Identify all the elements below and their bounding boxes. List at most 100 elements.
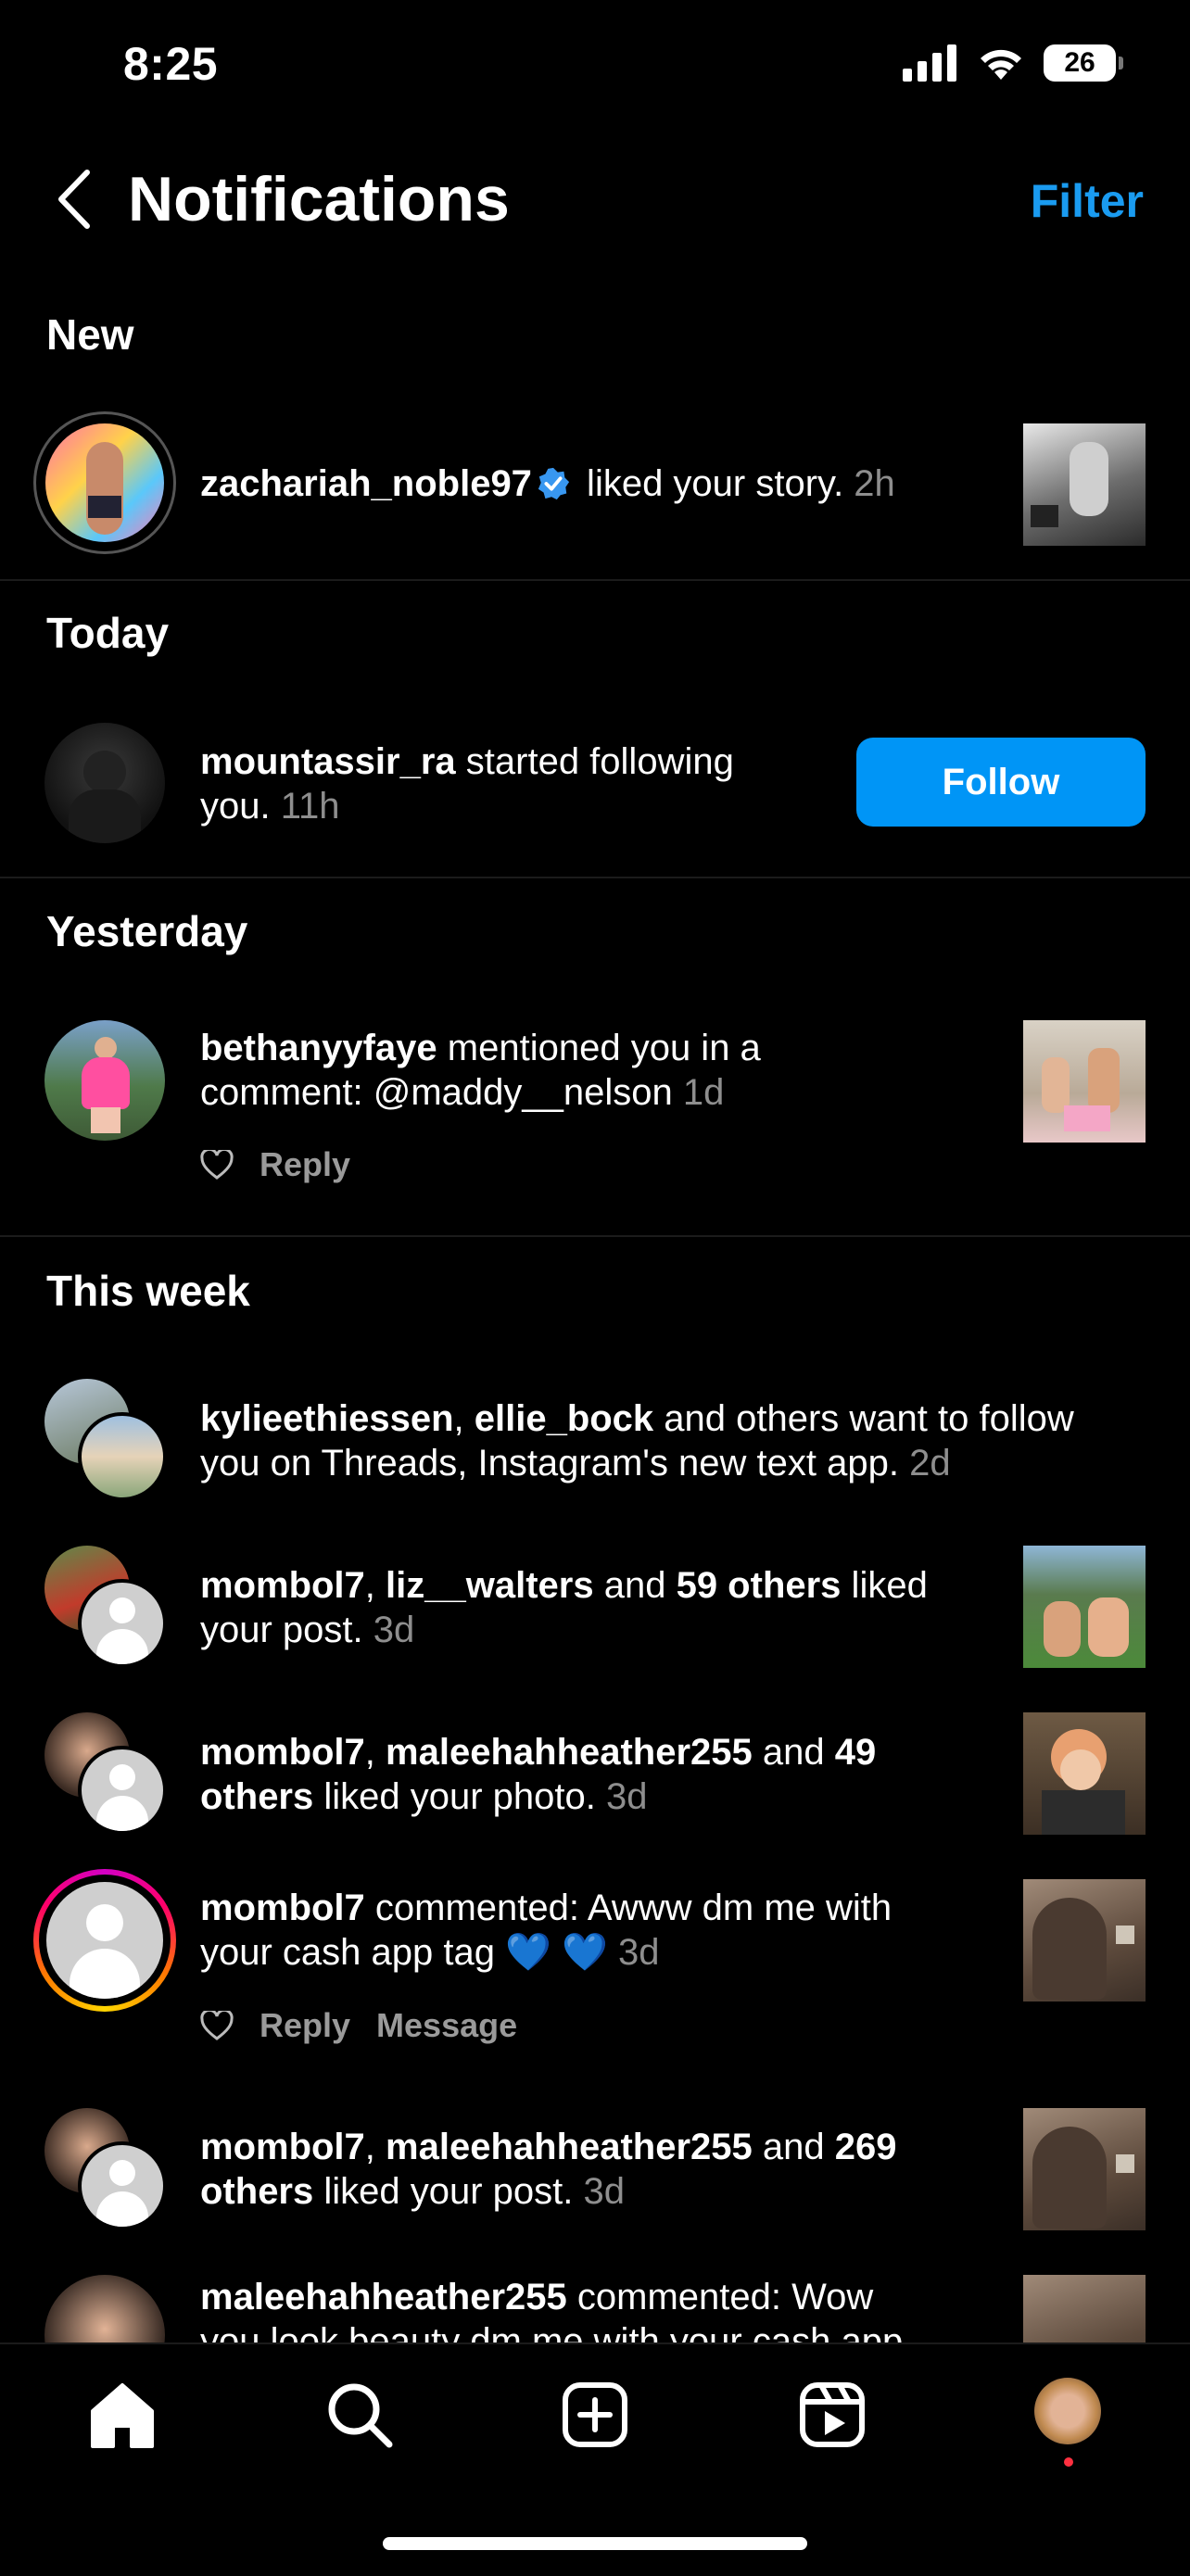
section-this-week: This week <box>46 1267 250 1315</box>
home-indicator <box>383 2537 807 2550</box>
username[interactable]: maleehahheather255 <box>386 2127 753 2167</box>
notification-text: your post. <box>200 1610 373 1650</box>
separator: , <box>364 1565 386 1606</box>
others-count[interactable]: 269 <box>835 2127 897 2167</box>
post-thumbnail[interactable] <box>1023 423 1146 546</box>
username[interactable]: zachariah_noble97 <box>200 463 532 504</box>
notification-text: commented: Wow <box>566 2277 874 2317</box>
home-icon[interactable] <box>85 2378 159 2452</box>
back-icon[interactable] <box>52 167 98 232</box>
notification-text: liked <box>841 1565 928 1606</box>
default-avatar-icon <box>78 1746 167 1835</box>
notification-mention[interactable]: bethanyyfaye mentioned you in a comment:… <box>200 1026 761 1115</box>
default-avatar-icon <box>78 2141 167 2230</box>
avatar[interactable] <box>44 1020 165 1141</box>
timestamp: 1d <box>682 1072 725 1113</box>
notification-text: your cash app tag <box>200 1932 506 1973</box>
create-icon[interactable] <box>558 2378 632 2452</box>
notification-text: liked your story. <box>576 463 855 504</box>
section-new: New <box>46 310 134 359</box>
notification-photo-likes[interactable]: mombol7, maleehahheather255 and 49 other… <box>200 1730 876 1819</box>
filter-button[interactable]: Filter <box>1031 174 1144 228</box>
heart-icon[interactable] <box>200 2011 234 2040</box>
notification-text: mentioned you in a <box>437 1028 761 1068</box>
avatar <box>78 1412 167 1501</box>
message-button[interactable]: Message <box>376 2006 517 2045</box>
avatar[interactable] <box>44 723 165 843</box>
notification-post-likes[interactable]: mombol7, liz__walters and 59 others like… <box>200 1563 928 1652</box>
section-today: Today <box>46 609 170 657</box>
notification-comment[interactable]: mombol7 commented: Awww dm me with your … <box>200 1886 892 1975</box>
timestamp: 3d <box>583 2171 626 2212</box>
reply-button[interactable]: Reply <box>260 1145 350 1184</box>
divider <box>0 1235 1190 1237</box>
default-avatar-icon <box>78 1579 167 1668</box>
wifi-icon <box>981 49 1021 80</box>
notification-post-likes[interactable]: mombol7, maleehahheather255 and 269 othe… <box>200 2125 897 2214</box>
verified-badge-icon <box>538 467 570 500</box>
others-link[interactable]: others <box>200 1776 313 1817</box>
username[interactable]: liz__walters <box>386 1565 594 1606</box>
timestamp: 3d <box>373 1610 415 1650</box>
username[interactable]: maleehahheather255 <box>386 1732 753 1773</box>
default-avatar-icon <box>46 1882 163 1999</box>
post-thumbnail[interactable] <box>1023 1879 1146 2001</box>
search-icon[interactable] <box>323 2378 397 2452</box>
username[interactable]: mombol7 <box>200 1732 365 1773</box>
username[interactable]: mombol7 <box>200 1565 365 1606</box>
notification-text: liked your photo. <box>313 1776 606 1817</box>
avatar <box>45 423 164 542</box>
story-ring[interactable] <box>33 1869 176 2012</box>
profile-avatar[interactable] <box>1034 2378 1101 2444</box>
status-time: 8:25 <box>123 38 219 90</box>
username[interactable]: mombol7 <box>200 2127 365 2167</box>
blue-heart-emoji: 💙 💙 <box>505 1932 608 1973</box>
username[interactable]: mombol7 <box>200 1888 365 1928</box>
others-count[interactable]: 49 <box>835 1732 877 1773</box>
timestamp: 3d <box>606 1776 648 1817</box>
post-thumbnail[interactable] <box>1023 1020 1146 1143</box>
post-thumbnail[interactable] <box>1023 2108 1146 2230</box>
notification-text: commented: Awww dm me with <box>364 1888 892 1928</box>
separator: , <box>364 2127 386 2167</box>
battery-indicator: 26 <box>1044 44 1123 82</box>
reels-icon[interactable] <box>795 2378 869 2452</box>
notification-story-like[interactable]: zachariah_noble97 liked your story. 2h <box>200 461 895 506</box>
username[interactable]: ellie_bock <box>475 1398 653 1439</box>
avatar-stack[interactable] <box>44 1712 167 1835</box>
notification-text: you on Threads, Instagram's new text app… <box>200 1443 910 1484</box>
signal-icon <box>903 44 956 82</box>
status-icons: 26 <box>903 44 1123 82</box>
others-link[interactable]: 59 others <box>677 1565 842 1606</box>
username[interactable]: bethanyyfaye <box>200 1028 437 1068</box>
notification-threads[interactable]: kylieethiessen, ellie_bock and others wa… <box>200 1396 1074 1485</box>
avatar-stack[interactable] <box>44 1379 167 1501</box>
page-title: Notifications <box>128 164 510 234</box>
notification-text: liked your post. <box>313 2171 584 2212</box>
avatar-stack[interactable] <box>44 1546 167 1668</box>
post-thumbnail[interactable] <box>1023 1712 1146 1835</box>
notification-dot <box>1064 2457 1073 2467</box>
notification-follow[interactable]: mountassir_ra started following you. 11h <box>200 739 734 828</box>
notification-text: started following <box>455 741 734 782</box>
follow-button[interactable]: Follow <box>856 738 1146 827</box>
connector: and <box>752 2127 835 2167</box>
post-thumbnail[interactable] <box>1023 1546 1146 1668</box>
others-link[interactable]: others <box>200 2171 313 2212</box>
username[interactable]: kylieethiessen <box>200 1398 454 1439</box>
story-ring[interactable] <box>33 411 176 554</box>
separator: , <box>453 1398 475 1439</box>
heart-icon[interactable] <box>200 1150 234 1180</box>
username[interactable]: mountassir_ra <box>200 741 456 782</box>
connector: and <box>752 1732 835 1773</box>
divider <box>0 877 1190 878</box>
comment-actions: Reply <box>200 1145 350 1184</box>
reply-button[interactable]: Reply <box>260 2006 350 2045</box>
avatar-stack[interactable] <box>44 2108 167 2230</box>
timestamp: 11h <box>280 786 340 827</box>
username[interactable]: maleehahheather255 <box>200 2277 567 2317</box>
comment-actions: Reply Message <box>200 2006 517 2045</box>
timestamp: 2h <box>854 463 895 504</box>
timestamp: 2d <box>909 1443 951 1484</box>
divider <box>0 579 1190 581</box>
